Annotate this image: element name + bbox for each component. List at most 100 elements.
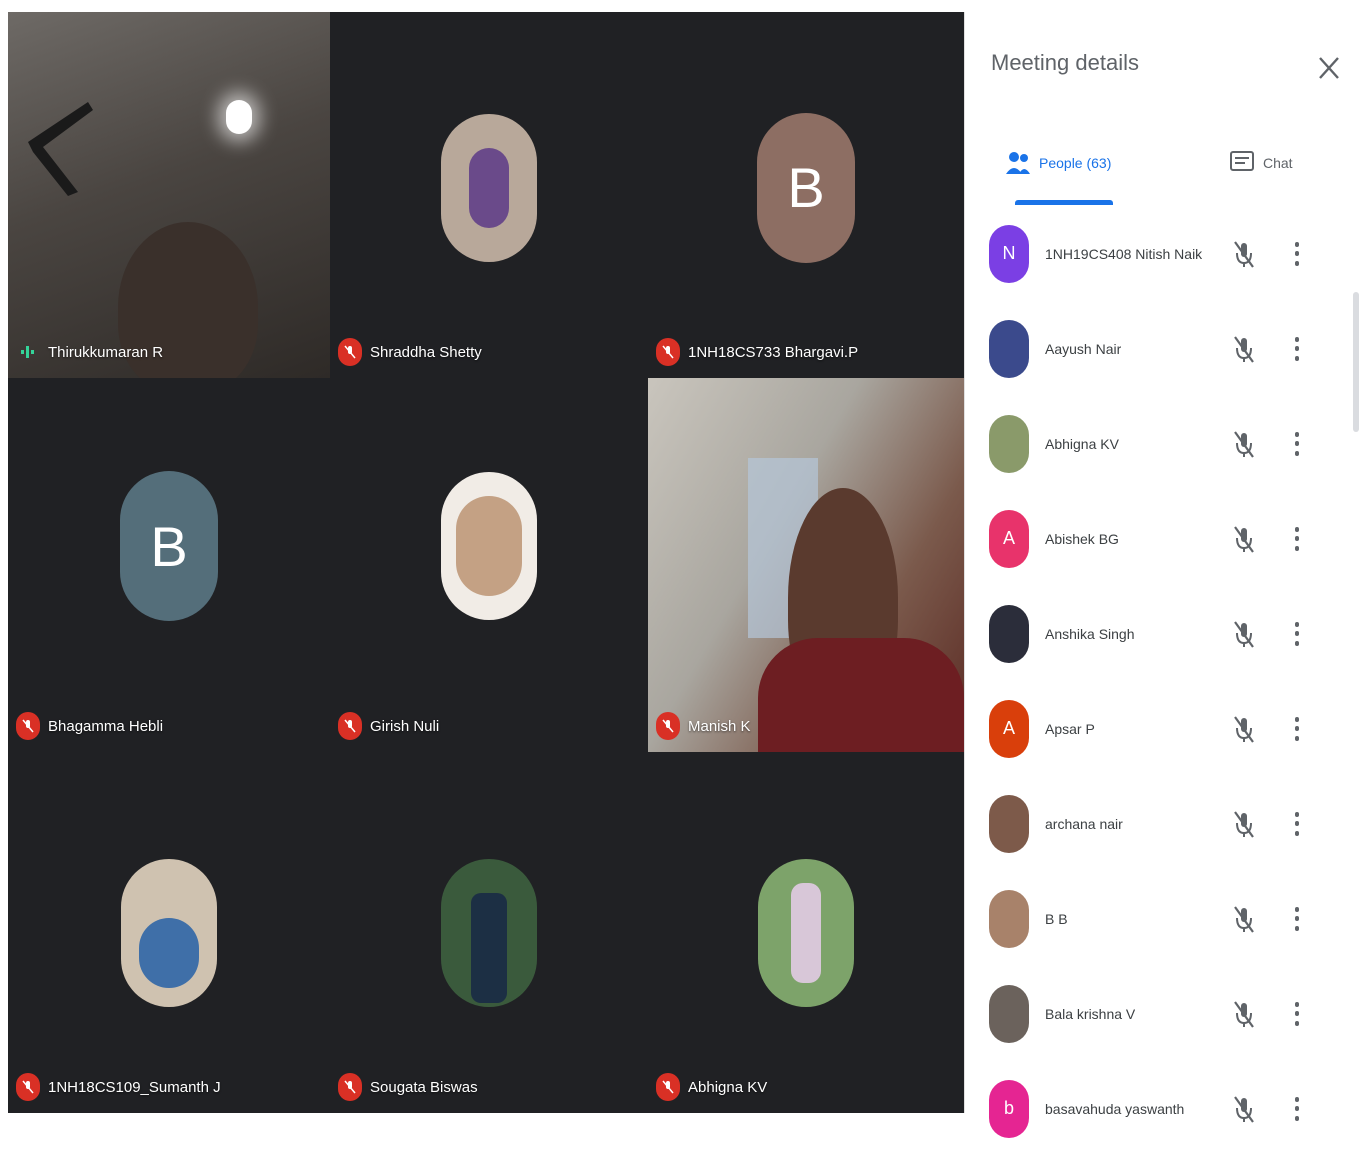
list-item[interactable]: Anshika Singh (965, 586, 1366, 681)
participant-tile[interactable]: Sougata Biswas (330, 752, 648, 1113)
avatar (989, 984, 1029, 1043)
people-icon (1006, 152, 1030, 174)
jacket-decor (758, 638, 964, 752)
meeting-details-panel: Meeting details People (63) Chat N 1NH19C… (964, 12, 1366, 1138)
mic-off-icon (16, 1073, 40, 1101)
mic-off-icon (338, 338, 362, 366)
participant-tile[interactable]: Abhigna KV (648, 752, 964, 1113)
list-item[interactable]: b basavahuda yaswanth (965, 1061, 1366, 1156)
participant-name: Apsar P (1045, 720, 1095, 737)
participant-tile[interactable]: B 1NH18CS733 Bhargavi.P (648, 12, 964, 378)
participant-tile[interactable]: Thirukkumaran R (8, 12, 330, 378)
list-item[interactable]: N 1NH19CS408 Nitish Naik (965, 206, 1366, 301)
more-options-icon[interactable] (1291, 523, 1303, 555)
list-item[interactable]: A Apsar P (965, 681, 1366, 776)
chat-icon (1230, 151, 1254, 171)
tab-chat-label: Chat (1263, 155, 1293, 171)
participant-nameplate: Sougata Biswas (338, 1073, 478, 1101)
avatar (441, 858, 537, 1007)
mic-off-icon[interactable] (1231, 999, 1257, 1029)
mic-off-icon[interactable] (1231, 239, 1257, 269)
mic-off-icon (656, 1073, 680, 1101)
avatar: N (989, 224, 1029, 283)
more-options-icon[interactable] (1291, 713, 1303, 745)
participant-nameplate: Shraddha Shetty (338, 338, 482, 366)
participant-tile[interactable]: Shraddha Shetty (330, 12, 648, 378)
list-item[interactable]: Abhigna KV (965, 396, 1366, 491)
participant-tile[interactable]: 1NH18CS109_Sumanth J (8, 752, 330, 1113)
avatar (758, 858, 854, 1007)
avatar-letter: A (1002, 528, 1015, 548)
speaking-icon (16, 338, 40, 366)
more-options-icon[interactable] (1291, 618, 1303, 650)
avatar-letter: b (1003, 1098, 1014, 1118)
participant-name: Sougata Biswas (370, 1078, 478, 1096)
participant-tile[interactable]: B Bhagamma Hebli (8, 378, 330, 752)
avatar-letter: B (787, 156, 825, 220)
mic-off-icon[interactable] (1231, 714, 1257, 744)
tab-chat[interactable]: Chat (1229, 148, 1293, 178)
more-options-icon[interactable] (1291, 333, 1303, 365)
participant-tile[interactable]: Manish K (648, 378, 964, 752)
more-options-icon[interactable] (1291, 998, 1303, 1030)
avatar (441, 472, 537, 621)
avatar: A (989, 699, 1029, 758)
close-icon[interactable] (1315, 52, 1343, 84)
scrollbar[interactable] (1353, 292, 1359, 432)
participant-name: Girish Nuli (370, 717, 440, 735)
participant-nameplate: Manish K (656, 712, 751, 740)
avatar (989, 794, 1029, 853)
participant-nameplate: Bhagamma Hebli (16, 712, 163, 740)
mic-off-icon (656, 338, 680, 366)
mic-off-icon[interactable] (1231, 429, 1257, 459)
more-options-icon[interactable] (1291, 808, 1303, 840)
more-options-icon[interactable] (1291, 238, 1303, 270)
participant-name: 1NH18CS109_Sumanth J (48, 1078, 221, 1096)
participant-name: Manish K (688, 717, 751, 735)
more-options-icon[interactable] (1291, 1093, 1303, 1125)
participant-nameplate: 1NH18CS733 Bhargavi.P (656, 338, 858, 366)
avatar: b (989, 1079, 1029, 1138)
mic-off-icon[interactable] (1231, 334, 1257, 364)
participant-name: Abhigna KV (1045, 435, 1119, 452)
mic-off-icon[interactable] (1231, 524, 1257, 554)
avatar (989, 414, 1029, 473)
avatar (441, 113, 537, 262)
list-item[interactable]: archana nair (965, 776, 1366, 871)
people-list: N 1NH19CS408 Nitish Naik Aayush Nair Abhign… (965, 206, 1366, 1156)
participant-nameplate: Thirukkumaran R (16, 338, 163, 366)
avatar (989, 319, 1029, 378)
list-item[interactable]: A Abishek BG (965, 491, 1366, 586)
avatar (989, 889, 1029, 948)
participant-tile[interactable]: Girish Nuli (330, 378, 648, 752)
participant-nameplate: Girish Nuli (338, 712, 439, 740)
participant-name: basavahuda yaswanth (1045, 1100, 1185, 1117)
list-item[interactable]: Bala krishna V (965, 966, 1366, 1061)
participant-name: Bala krishna V (1045, 1005, 1136, 1022)
tab-people-label: People (63) (1039, 155, 1112, 171)
list-item[interactable]: B B (965, 871, 1366, 966)
panel-title: Meeting details (991, 50, 1139, 75)
mic-off-icon[interactable] (1231, 809, 1257, 839)
participant-name: 1NH19CS408 Nitish Naik (1045, 245, 1203, 262)
avatar-letter: B (150, 514, 188, 578)
avatar-letter: N (1002, 243, 1016, 263)
participant-name: Abishek BG (1045, 530, 1119, 547)
mic-off-icon[interactable] (1231, 1094, 1257, 1124)
participant-name: archana nair (1045, 815, 1123, 832)
mic-off-icon (656, 712, 680, 740)
participant-nameplate: Abhigna KV (656, 1073, 767, 1101)
participant-nameplate: 1NH18CS109_Sumanth J (16, 1073, 221, 1101)
mic-off-icon (16, 712, 40, 740)
participant-name: Bhagamma Hebli (48, 717, 164, 735)
avatar (989, 604, 1029, 663)
participant-name: Shraddha Shetty (370, 343, 482, 361)
lamp-decor (226, 100, 252, 134)
tab-people[interactable]: People (63) (1005, 148, 1111, 178)
panel-tabs: People (63) Chat (965, 142, 1366, 206)
more-options-icon[interactable] (1291, 903, 1303, 935)
more-options-icon[interactable] (1291, 428, 1303, 460)
list-item[interactable]: Aayush Nair (965, 301, 1366, 396)
mic-off-icon[interactable] (1231, 619, 1257, 649)
mic-off-icon[interactable] (1231, 904, 1257, 934)
